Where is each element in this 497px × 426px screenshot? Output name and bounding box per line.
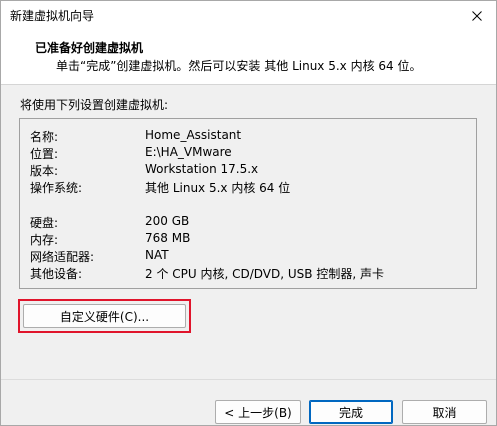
cancel-button[interactable]: 取消 — [402, 400, 487, 424]
summary-label: 将使用下列设置创建虚拟机: — [20, 98, 169, 112]
summary-row-disk: 硬盘: 200 GB — [30, 214, 470, 230]
summary-key: 位置: — [30, 147, 59, 161]
footer-divider — [1, 379, 496, 380]
summary-value: 其他 Linux 5.x 内核 64 位 — [145, 181, 291, 195]
title-bar: 新建虚拟机向导 — [1, 1, 496, 30]
summary-key: 网络适配器: — [30, 250, 95, 264]
close-button[interactable] — [458, 1, 496, 30]
header-title: 已准备好创建虚拟机 — [35, 41, 144, 55]
finish-button[interactable]: 完成 — [309, 400, 393, 424]
settings-summary-box: 名称: Home_Assistant 位置: E:\HA_VMware 版本: … — [19, 118, 477, 289]
close-icon — [472, 10, 482, 21]
summary-row-location: 位置: E:\HA_VMware — [30, 145, 470, 161]
summary-value: 2 个 CPU 内核, CD/DVD, USB 控制器, 声卡 — [145, 267, 384, 281]
summary-row-os: 操作系统: 其他 Linux 5.x 内核 64 位 — [30, 179, 470, 195]
summary-row-memory: 内存: 768 MB — [30, 231, 470, 247]
summary-value: Workstation 17.5.x — [145, 162, 259, 176]
summary-key: 内存: — [30, 233, 59, 247]
summary-key: 操作系统: — [30, 181, 83, 195]
summary-value: NAT — [145, 248, 169, 262]
summary-value: E:\HA_VMware — [145, 145, 232, 159]
summary-row-network: 网络适配器: NAT — [30, 248, 470, 264]
header-subtitle: 单击“完成”创建虚拟机。然后可以安装 其他 Linux 5.x 内核 64 位。 — [56, 59, 422, 73]
customize-hardware-button[interactable]: 自定义硬件(C)... — [23, 304, 186, 328]
back-button[interactable]: < 上一步(B) — [215, 400, 301, 424]
summary-row-name: 名称: Home_Assistant — [30, 128, 470, 144]
window-title: 新建虚拟机向导 — [10, 9, 95, 23]
summary-value: 200 GB — [145, 214, 190, 228]
summary-key: 名称: — [30, 130, 59, 144]
summary-key: 硬盘: — [30, 216, 59, 230]
summary-key: 其他设备: — [30, 267, 83, 281]
summary-value: 768 MB — [145, 231, 191, 245]
summary-key: 版本: — [30, 164, 59, 178]
new-vm-wizard-window: 新建虚拟机向导 已准备好创建虚拟机 单击“完成”创建虚拟机。然后可以安装 其他 … — [0, 0, 497, 426]
wizard-header: 已准备好创建虚拟机 单击“完成”创建虚拟机。然后可以安装 其他 Linux 5.… — [1, 30, 496, 85]
summary-row-other-devices: 其他设备: 2 个 CPU 内核, CD/DVD, USB 控制器, 声卡 — [30, 265, 470, 281]
summary-row-version: 版本: Workstation 17.5.x — [30, 162, 470, 178]
summary-value: Home_Assistant — [145, 128, 242, 142]
